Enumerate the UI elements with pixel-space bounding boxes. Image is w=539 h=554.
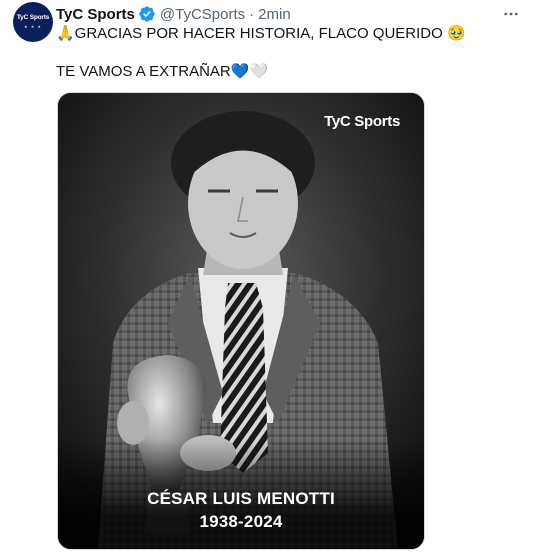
caption-name: CÉSAR LUIS MENOTTI xyxy=(147,489,335,508)
more-dots-icon xyxy=(504,12,518,16)
tweet-header: TyC Sports @TyCSports · 2min xyxy=(56,4,291,24)
timestamp[interactable]: 2min xyxy=(258,6,291,23)
tyc-sports-logo: TyC Sports xyxy=(324,113,400,130)
handle[interactable]: @TyCSports xyxy=(160,6,245,23)
more-icon[interactable] xyxy=(501,4,521,24)
avatar[interactable]: TyC Sports ★ ★ ★ xyxy=(13,2,53,42)
tweet-media-image[interactable]: TyC Sports CÉSAR LUIS MENOTTI 1938-2024 xyxy=(57,92,425,550)
display-name[interactable]: TyC Sports xyxy=(56,6,135,23)
tweet-text-line-1: 🙏GRACIAS POR HACER HISTORIA, FLACO QUERI… xyxy=(56,25,466,42)
tweet-text-line-2: TE VAMOS A EXTRAÑAR💙🤍 xyxy=(56,63,269,80)
tweet[interactable]: TyC Sports ★ ★ ★ TyC Sports @TyCSports ·… xyxy=(0,0,539,554)
verified-badge-icon xyxy=(139,6,155,22)
separator: · xyxy=(249,5,255,23)
caption-years: 1938-2024 xyxy=(199,512,283,531)
avatar-logo-text: TyC Sports xyxy=(16,14,50,22)
avatar-stars: ★ ★ ★ xyxy=(24,23,42,29)
